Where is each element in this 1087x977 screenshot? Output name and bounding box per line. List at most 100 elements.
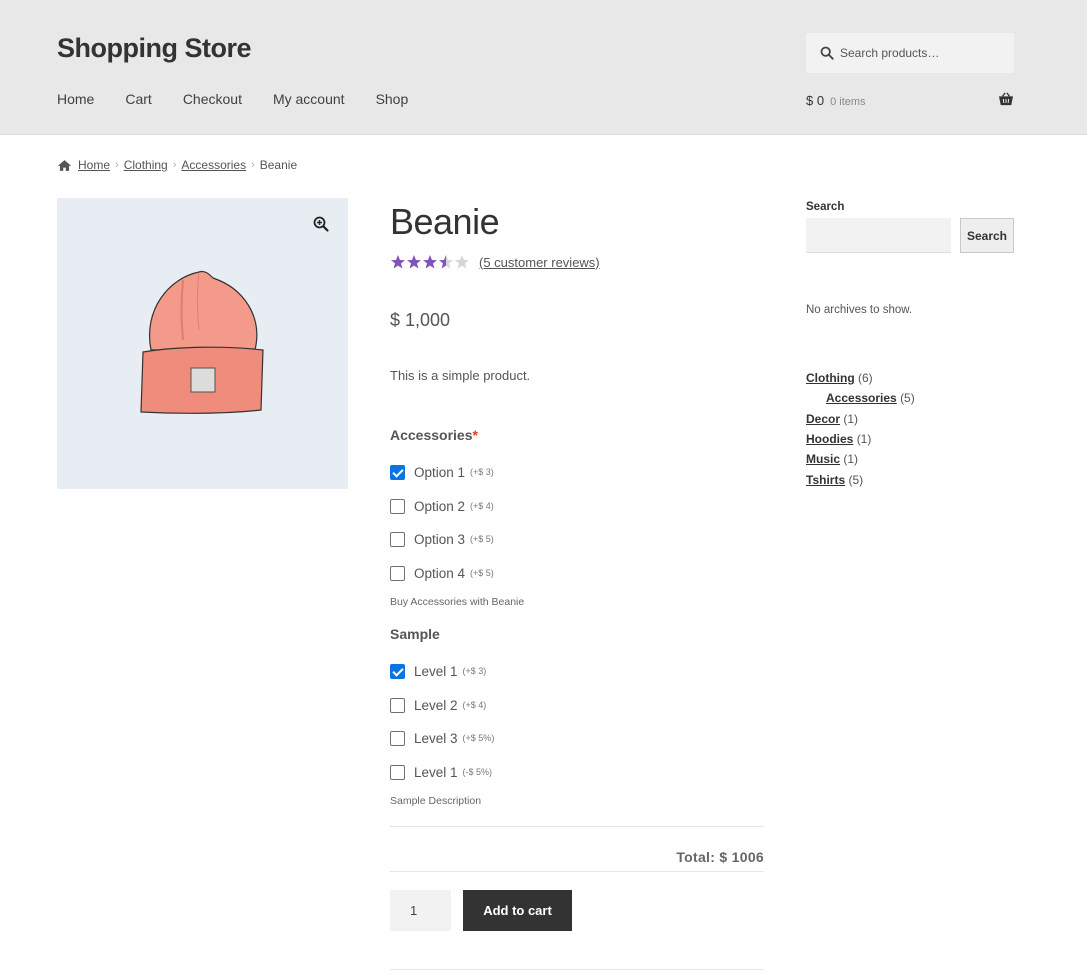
option-price: (+$ 3) xyxy=(470,467,494,477)
product-search xyxy=(806,33,1014,73)
addon-accessories-description: Buy Accessories with Beanie xyxy=(390,596,525,608)
nav-checkout[interactable]: Checkout xyxy=(183,91,242,107)
breadcrumb: Home › Clothing › Accessories › Beanie xyxy=(57,158,297,172)
star-icon xyxy=(423,255,437,269)
option-label: Option 1 xyxy=(414,464,466,480)
main-nav: Home Cart Checkout My account Shop xyxy=(57,91,439,107)
addon-accessories-title: Accessories* xyxy=(390,427,478,443)
category-item: Decor (1) xyxy=(806,412,858,426)
checkbox[interactable] xyxy=(390,730,405,746)
breadcrumb-separator: › xyxy=(115,159,119,171)
option-label: Level 2 xyxy=(414,697,458,713)
option-price: (+$ 4) xyxy=(462,700,487,710)
addon-sample-description: Sample Description xyxy=(390,795,482,807)
sample-option-2[interactable]: Level 2 (+$ 4) xyxy=(390,696,486,714)
accessory-option-2[interactable]: Option 2 (+$ 4) xyxy=(390,497,494,515)
sample-option-4[interactable]: Level 1 (-$ 5%) xyxy=(390,763,492,781)
site-header: Shopping Store Home Cart Checkout My acc… xyxy=(0,0,1087,135)
divider xyxy=(390,826,764,827)
category-count: (6) xyxy=(858,371,873,385)
star-rating xyxy=(390,254,470,270)
header-cart[interactable]: $ 0 0 items xyxy=(806,92,1014,110)
star-icon xyxy=(455,255,469,269)
nav-shop[interactable]: Shop xyxy=(376,91,409,107)
sidebar-search-button[interactable]: Search xyxy=(960,218,1014,253)
product-short-description: This is a simple product. xyxy=(390,368,531,383)
breadcrumb-accessories[interactable]: Accessories xyxy=(181,158,246,172)
star-icon xyxy=(439,255,453,269)
category-count: (1) xyxy=(843,452,859,466)
category-item: Accessories (5) xyxy=(826,391,915,405)
required-mark: * xyxy=(472,427,478,443)
sidebar-search-input[interactable] xyxy=(806,218,951,253)
option-price: (+$ 5%) xyxy=(462,733,495,743)
divider xyxy=(390,969,764,970)
category-link-music[interactable]: Music xyxy=(806,452,840,466)
addon-sample-title: Sample xyxy=(390,626,440,642)
accessory-option-4[interactable]: Option 4 (+$ 5) xyxy=(390,564,494,582)
product-rating: (5 customer reviews) xyxy=(390,254,600,270)
product-image xyxy=(140,270,264,414)
category-count: (5) xyxy=(900,391,915,405)
sample-option-1[interactable]: Level 1 (+$ 3) xyxy=(390,662,486,680)
category-count: (1) xyxy=(856,432,872,446)
home-icon xyxy=(57,159,72,171)
sidebar-search-title: Search xyxy=(806,201,845,213)
quantity-input[interactable] xyxy=(390,890,451,931)
checkbox[interactable] xyxy=(390,464,405,480)
search-icon xyxy=(820,46,834,60)
category-link-tshirts[interactable]: Tshirts xyxy=(806,473,845,487)
accessory-option-3[interactable]: Option 3 (+$ 5) xyxy=(390,530,494,548)
option-price: (+$ 5) xyxy=(470,534,494,544)
divider xyxy=(390,871,764,872)
option-label: Option 3 xyxy=(414,531,466,547)
category-link-hoodies[interactable]: Hoodies xyxy=(806,432,853,446)
site-title[interactable]: Shopping Store xyxy=(57,33,251,64)
checkbox[interactable] xyxy=(390,697,405,713)
accessory-option-1[interactable]: Option 1 (+$ 3) xyxy=(390,463,494,481)
zoom-icon[interactable] xyxy=(313,216,329,232)
order-total: Total: $ 1006 xyxy=(676,849,764,865)
star-icon xyxy=(407,255,421,269)
checkbox[interactable] xyxy=(390,764,405,780)
category-count: (1) xyxy=(843,412,859,426)
option-label: Level 3 xyxy=(414,730,458,746)
breadcrumb-current: Beanie xyxy=(259,158,298,172)
nav-cart[interactable]: Cart xyxy=(125,91,151,107)
search-input[interactable] xyxy=(840,46,1000,60)
reviews-link[interactable]: (5 customer reviews) xyxy=(479,255,600,270)
option-label: Option 2 xyxy=(414,498,466,514)
category-item: Tshirts (5) xyxy=(806,473,863,487)
checkbox[interactable] xyxy=(390,565,405,581)
category-item: Music (1) xyxy=(806,452,858,466)
nav-my-account[interactable]: My account xyxy=(273,91,345,107)
option-price: (+$ 3) xyxy=(462,666,487,676)
option-price: (+$ 4) xyxy=(470,501,494,511)
breadcrumb-home[interactable]: Home xyxy=(78,158,110,172)
nav-home[interactable]: Home xyxy=(57,91,94,107)
breadcrumb-clothing[interactable]: Clothing xyxy=(124,158,168,172)
checkbox[interactable] xyxy=(390,498,405,514)
sample-option-3[interactable]: Level 3 (+$ 5%) xyxy=(390,729,494,747)
option-price: (+$ 5) xyxy=(470,568,494,578)
star-icon xyxy=(391,255,405,269)
category-link-decor[interactable]: Decor xyxy=(806,412,840,426)
checkbox[interactable] xyxy=(390,663,405,679)
basket-icon[interactable] xyxy=(998,92,1014,106)
option-label: Level 1 xyxy=(414,663,458,679)
category-item: Hoodies (1) xyxy=(806,432,871,446)
category-link-accessories[interactable]: Accessories xyxy=(826,391,897,405)
category-item: Clothing (6) xyxy=(806,371,873,385)
cart-count: 0 items xyxy=(830,96,866,108)
option-label: Level 1 xyxy=(414,764,458,780)
category-link-clothing[interactable]: Clothing xyxy=(806,371,855,385)
breadcrumb-separator: › xyxy=(251,159,255,171)
archives-empty-message: No archives to show. xyxy=(806,304,913,316)
product-title: Beanie xyxy=(390,201,500,242)
category-count: (5) xyxy=(848,473,864,487)
addon-accessories-title-text: Accessories xyxy=(390,427,473,443)
checkbox[interactable] xyxy=(390,531,405,547)
product-gallery[interactable] xyxy=(57,198,348,489)
option-label: Option 4 xyxy=(414,565,466,581)
add-to-cart-button[interactable]: Add to cart xyxy=(463,890,572,931)
